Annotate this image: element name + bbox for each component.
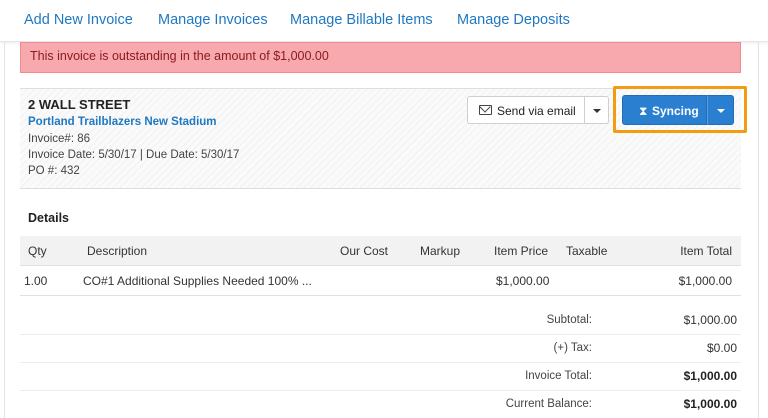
subtotal-label: Subtotal:: [546, 314, 592, 326]
tax-value: $0.00: [706, 341, 737, 355]
invoice-total-label: Invoice Total:: [525, 370, 592, 382]
summary-divider: [20, 390, 741, 391]
sync-options-dropdown-button[interactable]: [707, 95, 734, 125]
hourglass-icon: ⧗: [639, 104, 648, 118]
column-qty: Qty: [28, 244, 47, 258]
chevron-down-icon: [593, 109, 601, 113]
row-item-price: $1,000.00: [496, 274, 550, 288]
send-via-email-button[interactable]: Send via email: [467, 96, 585, 124]
current-balance-value: $1,000.00: [683, 397, 737, 411]
nav-manage-deposits[interactable]: Manage Deposits: [457, 12, 570, 28]
syncing-button[interactable]: ⧗ Syncing: [622, 95, 707, 125]
invoice-total-value: $1,000.00: [683, 369, 737, 383]
invoice-dates: Invoice Date: 5/30/17 | Due Date: 5/30/1…: [28, 149, 240, 161]
alert-text: This invoice is outstanding in the amoun…: [30, 49, 329, 63]
outstanding-alert: This invoice is outstanding in the amoun…: [20, 42, 741, 73]
table-row[interactable]: 1.00 CO#1 Additional Supplies Needed 100…: [20, 266, 741, 296]
column-item-price: Item Price: [494, 244, 549, 258]
column-our-cost: Our Cost: [340, 244, 389, 258]
send-via-email-label: Send via email: [497, 104, 576, 118]
project-link[interactable]: Portland Trailblazers New Stadium: [28, 116, 217, 128]
envelope-icon: [479, 105, 492, 115]
subtotal-value: $1,000.00: [683, 313, 737, 327]
po-number: PO #: 432: [28, 165, 80, 177]
row-item-total: $1,000.00: [678, 274, 732, 288]
send-options-dropdown-button[interactable]: [585, 96, 609, 124]
content-left-border: [4, 42, 5, 418]
invoice-number: Invoice#: 86: [28, 133, 91, 145]
nav-manage-billable-items[interactable]: Manage Billable Items: [290, 12, 433, 28]
summary-divider: [20, 334, 741, 335]
details-table-header: Qty Description Our Cost Markup Item Pri…: [20, 236, 741, 266]
current-balance-label: Current Balance:: [505, 398, 592, 410]
nav-add-new-invoice[interactable]: Add New Invoice: [24, 12, 133, 28]
column-taxable: Taxable: [566, 244, 608, 258]
syncing-label: Syncing: [652, 104, 699, 118]
nav-manage-invoices[interactable]: Manage Invoices: [158, 12, 268, 28]
tax-label: (+) Tax:: [553, 342, 592, 354]
top-navigation: Add New Invoice Manage Invoices Manage B…: [0, 0, 768, 42]
details-heading: Details: [28, 211, 69, 225]
chevron-down-icon: [717, 109, 725, 113]
row-qty: 1.00: [24, 274, 48, 288]
column-item-total: Item Total: [680, 244, 732, 258]
row-description: CO#1 Additional Supplies Needed 100% ...: [83, 274, 312, 288]
column-description: Description: [87, 244, 148, 258]
summary-divider: [20, 362, 741, 363]
job-name: 2 WALL STREET: [28, 97, 131, 112]
column-markup: Markup: [420, 244, 461, 258]
content-right-border: [758, 42, 759, 418]
